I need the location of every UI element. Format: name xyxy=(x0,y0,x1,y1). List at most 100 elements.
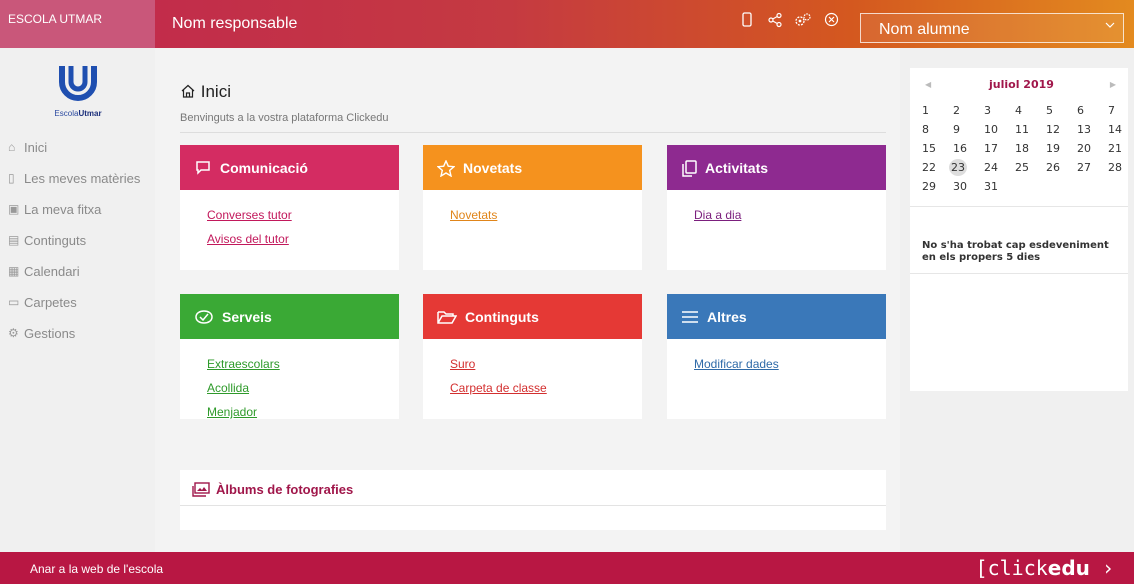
card-title: Altres xyxy=(707,309,747,325)
logo-text: EscolaUtmar xyxy=(54,109,102,118)
student-select[interactable]: Nom alumne xyxy=(860,13,1124,43)
calendar-day[interactable]: 22 xyxy=(914,159,945,176)
link-extraescolars[interactable]: Extraescolars xyxy=(207,357,399,371)
calendar-day[interactable]: 14 xyxy=(1100,121,1131,138)
sidebar-item-label: Gestions xyxy=(24,326,76,341)
link-menjador[interactable]: Menjador xyxy=(207,405,399,419)
card-title: Continguts xyxy=(465,309,539,325)
calendar-day[interactable]: 9 xyxy=(945,121,976,138)
card-continguts: Continguts Suro Carpeta de classe xyxy=(423,294,642,419)
home-icon xyxy=(180,82,201,101)
document-icon: ▤ xyxy=(8,233,20,247)
calendar-day[interactable]: 28 xyxy=(1100,159,1131,176)
sidebar: EscolaUtmar ⌂ Inici ▯ Les meves matèries ▣… xyxy=(0,48,155,552)
link-converses-tutor[interactable]: Converses tutor xyxy=(207,208,399,222)
calendar-day[interactable]: 11 xyxy=(1007,121,1038,138)
link-modificar-dades[interactable]: Modificar dades xyxy=(694,357,886,371)
calendar-day[interactable]: 23 xyxy=(949,159,967,176)
sidebar-item-gestions[interactable]: ⚙ Gestions xyxy=(8,326,140,357)
calendar-day[interactable]: 29 xyxy=(914,178,945,195)
divider xyxy=(910,206,1128,207)
calendar-day[interactable]: 8 xyxy=(914,121,945,138)
sidebar-item-inici[interactable]: ⌂ Inici xyxy=(8,140,140,171)
calendar-day[interactable]: 1 xyxy=(914,102,945,119)
sidebar-item-label: Les meves matèries xyxy=(24,171,141,186)
calendar-day[interactable]: 10 xyxy=(976,121,1007,138)
albums-header[interactable]: Àlbums de fotografies xyxy=(180,470,886,500)
services-icon xyxy=(194,309,214,339)
calendar-day[interactable]: 6 xyxy=(1069,102,1100,119)
calendar-empty-cell xyxy=(1069,178,1100,195)
card-header: Novetats xyxy=(423,145,642,190)
calendar-day[interactable]: 7 xyxy=(1100,102,1131,119)
card-title: Activitats xyxy=(705,160,769,176)
calendar-day[interactable]: 12 xyxy=(1038,121,1069,138)
responsible-name[interactable]: Nom responsable xyxy=(172,15,297,33)
sidebar-nav: ⌂ Inici ▯ Les meves matèries ▣ La meva fitx… xyxy=(8,140,140,357)
photos-icon xyxy=(192,482,210,500)
sidebar-item-label: Calendari xyxy=(24,264,80,279)
sidebar-item-continguts[interactable]: ▤ Continguts xyxy=(8,233,140,264)
sidebar-item-fitxa[interactable]: ▣ La meva fitxa xyxy=(8,202,140,233)
calendar-day[interactable]: 27 xyxy=(1069,159,1100,176)
sidebar-item-carpetes[interactable]: ▭ Carpetes xyxy=(8,295,140,326)
link-acollida[interactable]: Acollida xyxy=(207,381,399,395)
link-carpeta-de-classe[interactable]: Carpeta de classe xyxy=(450,381,642,395)
school-logo[interactable]: EscolaUtmar xyxy=(38,62,118,122)
calendar-grid: 1 2 3 4 5 6 7 8 9 10 11 12 13 14 15 16 17 18 19 20 21 22 23 24 2… xyxy=(914,102,1131,195)
link-dia-a-dia[interactable]: Dia a dia xyxy=(694,208,886,222)
star-icon xyxy=(436,159,456,190)
calendar-day[interactable]: 25 xyxy=(1007,159,1038,176)
calendar-day[interactable]: 19 xyxy=(1038,140,1069,157)
card-altres: Altres Modificar dades xyxy=(667,294,886,419)
calendar-day[interactable]: 2 xyxy=(945,102,976,119)
calendar-day[interactable]: 31 xyxy=(976,178,1007,195)
sidebar-item-materies[interactable]: ▯ Les meves matèries xyxy=(8,171,140,202)
sidebar-item-label: Continguts xyxy=(24,233,87,248)
calendar-day[interactable]: 15 xyxy=(914,140,945,157)
footer: Anar a la web de l'escola [clickedu › xyxy=(0,552,1134,584)
close-circle-icon[interactable] xyxy=(822,12,840,34)
calendar-day[interactable]: 17 xyxy=(976,140,1007,157)
card-title: Novetats xyxy=(463,160,523,176)
calendar-empty-cell xyxy=(1100,178,1131,195)
calendar-day[interactable]: 30 xyxy=(945,178,976,195)
calendar-panel: ◀ juliol 2019 ▶ 1 2 3 4 5 6 7 8 9 10 11 12 13 14 15 16 1… xyxy=(910,68,1128,391)
copy-icon xyxy=(681,160,697,190)
bookmark-icon: ▯ xyxy=(8,171,15,185)
albums-panel: Àlbums de fotografies xyxy=(180,470,886,530)
calendar-day[interactable]: 20 xyxy=(1069,140,1100,157)
page-title: Inici xyxy=(180,82,231,102)
folder-icon: ▭ xyxy=(8,295,20,309)
link-novetats[interactable]: Novetats xyxy=(450,208,642,222)
divider xyxy=(180,505,886,506)
calendar-day[interactable]: 5 xyxy=(1038,102,1069,119)
share-icon[interactable] xyxy=(766,12,784,34)
list-icon xyxy=(681,309,699,339)
main-content: Inici Benvinguts a la vostra plataforma … xyxy=(155,48,900,552)
card-header: Comunicació xyxy=(180,145,399,190)
calendar-day[interactable]: 26 xyxy=(1038,159,1069,176)
clickedu-logo: [clickedu › xyxy=(975,556,1114,580)
calendar-day[interactable]: 16 xyxy=(945,140,976,157)
calendar-day[interactable]: 4 xyxy=(1007,102,1038,119)
school-web-link[interactable]: Anar a la web de l'escola xyxy=(30,562,163,576)
page-subtitle: Benvinguts a la vostra plataforma Clicke… xyxy=(180,112,389,124)
sidebar-item-calendari[interactable]: ▦ Calendari xyxy=(8,264,140,295)
next-month-icon[interactable]: ▶ xyxy=(1110,80,1116,89)
link-suro[interactable]: Suro xyxy=(450,357,642,371)
link-avisos-tutor[interactable]: Avisos del tutor xyxy=(207,232,399,246)
school-name[interactable]: ESCOLA UTMAR xyxy=(0,0,155,48)
calendar-day[interactable]: 24 xyxy=(976,159,1007,176)
chevron-down-icon xyxy=(1105,20,1115,32)
gears-icon: ⚙ xyxy=(8,326,19,340)
calendar-day[interactable]: 18 xyxy=(1007,140,1038,157)
calendar-day[interactable]: 13 xyxy=(1069,121,1100,138)
calendar-day[interactable]: 21 xyxy=(1100,140,1131,157)
calendar-day[interactable]: 3 xyxy=(976,102,1007,119)
settings-icon[interactable] xyxy=(794,12,812,34)
folder-open-icon xyxy=(437,309,458,339)
prev-month-icon[interactable]: ◀ xyxy=(925,80,931,89)
mobile-icon[interactable] xyxy=(738,12,756,34)
top-icons xyxy=(738,12,840,34)
